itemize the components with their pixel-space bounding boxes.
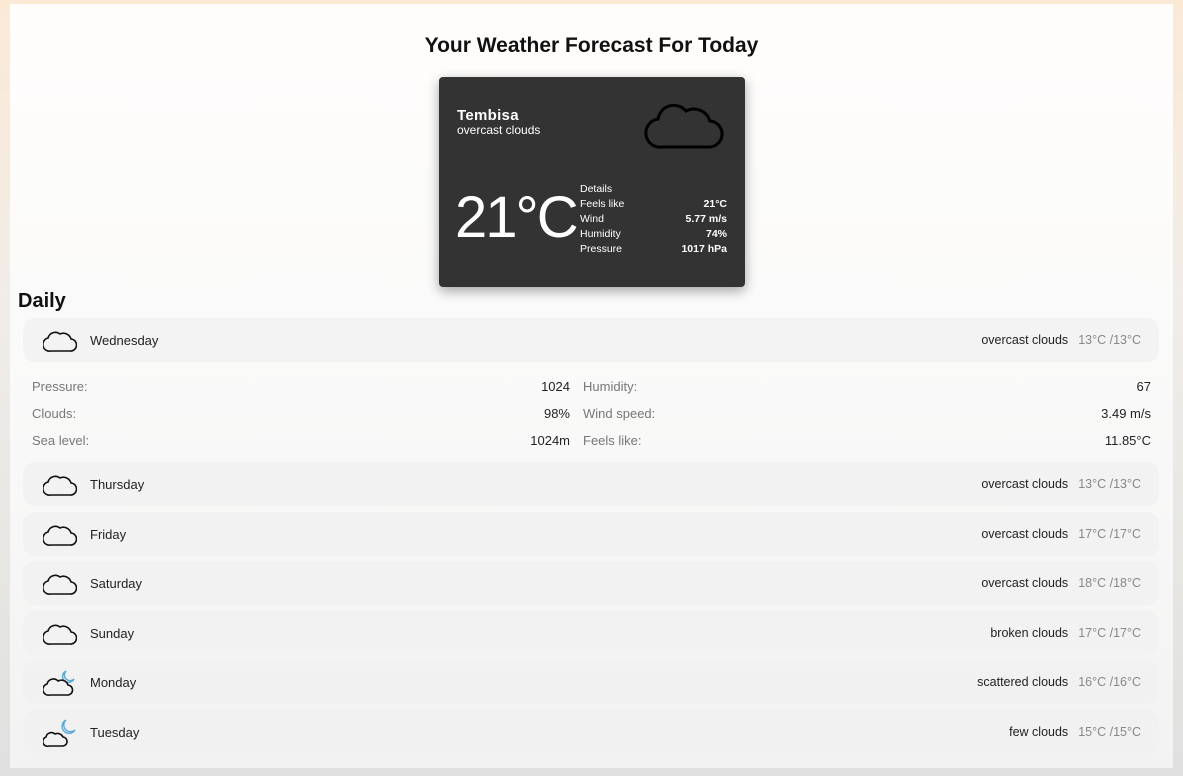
detail-value: 5.77 m/s xyxy=(685,213,727,225)
detail-value: 11.85°C xyxy=(1104,433,1151,448)
detail-value: 74% xyxy=(705,228,727,240)
day-row-sunday[interactable]: Sunday broken clouds 17°C /17°C xyxy=(23,611,1159,655)
day-temperature: 17°C /17°C xyxy=(1078,527,1141,541)
day-row-friday[interactable]: Friday overcast clouds 17°C /17°C xyxy=(23,512,1159,556)
detail-row: Sea level: 1024m Feels like: 11.85°C xyxy=(32,433,1151,460)
cloud-icon xyxy=(43,574,77,595)
details-list: Details Feels like 21°C Wind 5.77 m/s Humi… xyxy=(580,182,727,257)
day-description: overcast clouds xyxy=(981,527,1069,541)
cloud-moon-icon xyxy=(43,719,76,747)
cloud-icon xyxy=(43,331,77,352)
day-temperature: 16°C /16°C xyxy=(1078,675,1141,689)
detail-label: Feels like xyxy=(580,198,625,210)
day-description: broken clouds xyxy=(990,626,1069,640)
detail-value: 1024 xyxy=(541,379,570,394)
detail-row: Wind 5.77 m/s xyxy=(580,212,727,227)
detail-label: Feels like: xyxy=(583,433,642,448)
detail-label: Pressure xyxy=(580,243,623,255)
detail-row: Pressure: 1024 Humidity: 67 xyxy=(32,379,1151,406)
page-title: Your Weather Forecast For Today xyxy=(424,34,759,57)
main-panel: Your Weather Forecast For Today Tembisa … xyxy=(10,4,1173,768)
day-description: overcast clouds xyxy=(981,477,1069,491)
detail-row: Clouds: 98% Wind speed: 3.49 m/s xyxy=(32,406,1151,433)
detail-value: 67 xyxy=(1136,379,1151,394)
cloud-icon xyxy=(43,475,77,496)
day-description: overcast clouds xyxy=(981,576,1069,590)
cloud-moon-icon xyxy=(43,670,75,696)
detail-label: Wind speed: xyxy=(583,406,656,421)
day-row-monday[interactable]: Monday scattered clouds 16°C /16°C xyxy=(23,660,1159,704)
detail-value: 1024m xyxy=(530,433,570,448)
weather-description: overcast clouds xyxy=(457,123,541,137)
cloud-icon xyxy=(43,624,77,645)
detail-label: Clouds: xyxy=(32,406,77,421)
details-heading: Details xyxy=(580,183,613,195)
day-name: Sunday xyxy=(90,626,135,641)
day-description: scattered clouds xyxy=(977,675,1069,689)
day-temperature: 15°C /15°C xyxy=(1078,725,1141,739)
day-name: Friday xyxy=(90,527,127,542)
day-name: Wednesday xyxy=(90,333,159,348)
day-name: Tuesday xyxy=(90,725,140,740)
cloud-icon xyxy=(43,525,77,546)
detail-value: 3.49 m/s xyxy=(1101,406,1151,421)
detail-value: 1017 hPa xyxy=(681,243,727,255)
detail-label: Humidity xyxy=(580,228,621,240)
day-temperature: 18°C /18°C xyxy=(1078,576,1141,590)
detail-label: Wind xyxy=(580,213,604,225)
daily-heading: Daily xyxy=(18,290,66,312)
detail-label: Humidity: xyxy=(583,379,638,394)
current-weather-card: Tembisa overcast clouds 21°C Details Fee… xyxy=(439,77,745,287)
day-row-saturday[interactable]: Saturday overcast clouds 18°C /18°C xyxy=(23,561,1159,605)
day-row-tuesday[interactable]: Tuesday few clouds 15°C /15°C xyxy=(23,710,1159,754)
city-name: Tembisa xyxy=(457,107,519,124)
current-temperature: 21°C xyxy=(455,185,579,250)
detail-value: 21°C xyxy=(703,198,727,210)
detail-label: Pressure: xyxy=(32,379,88,394)
detail-row: Feels like 21°C xyxy=(580,197,727,212)
day-row-thursday[interactable]: Thursday overcast clouds 13°C /13°C xyxy=(23,462,1159,506)
detail-row: Pressure 1017 hPa xyxy=(580,242,727,257)
day-temperature: 13°C /13°C xyxy=(1078,333,1141,347)
day-row-wednesday[interactable]: Wednesday overcast clouds 13°C /13°C xyxy=(23,318,1159,362)
day-temperature: 17°C /17°C xyxy=(1078,626,1141,640)
day-name: Monday xyxy=(90,675,137,690)
cloud-icon xyxy=(644,103,724,149)
day-name: Saturday xyxy=(90,576,143,591)
day-temperature: 13°C /13°C xyxy=(1078,477,1141,491)
day-description: overcast clouds xyxy=(981,333,1069,347)
day-name: Thursday xyxy=(90,477,145,492)
detail-value: 98% xyxy=(543,406,570,421)
detail-row: Humidity 74% xyxy=(580,227,727,242)
detail-label: Sea level: xyxy=(32,433,90,448)
day-details-panel: Pressure: 1024 Humidity: 67 Clouds: 98% … xyxy=(32,379,1151,460)
day-description: few clouds xyxy=(1009,725,1069,739)
